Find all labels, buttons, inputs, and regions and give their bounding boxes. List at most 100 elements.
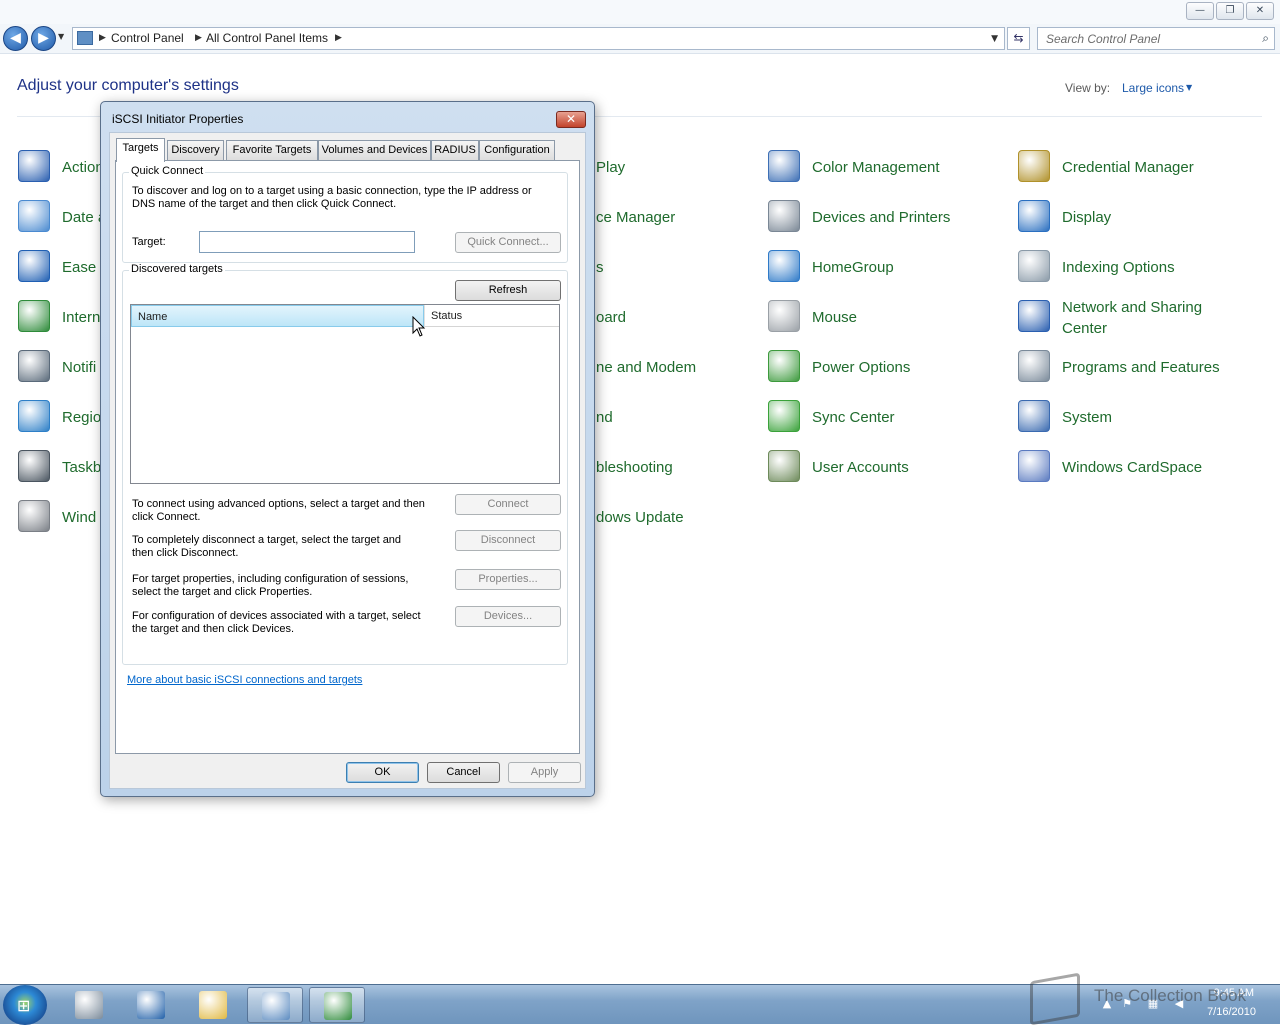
cp-item-credential-manager[interactable]: Credential Manager: [1018, 150, 1258, 190]
breadcrumb-arrow-icon[interactable]: ▶: [335, 33, 342, 43]
disconnect-description: To completely disconnect a target, selec…: [132, 534, 402, 559]
explorer-folder-icon: [199, 991, 227, 1019]
refresh-button[interactable]: Refresh: [455, 280, 561, 301]
action-center-flag-icon: [18, 150, 50, 182]
ok-button[interactable]: OK: [346, 762, 419, 783]
refresh-address-button[interactable]: ⇆: [1007, 27, 1030, 50]
history-dropdown-icon[interactable]: ▼: [58, 32, 64, 41]
apply-button[interactable]: Apply: [508, 762, 581, 783]
color-management-icon: [768, 150, 800, 182]
tab-discovery[interactable]: Discovery: [167, 140, 224, 161]
mouse-icon: [768, 300, 800, 332]
connect-button[interactable]: Connect: [455, 494, 561, 515]
cp-item-label: System: [1062, 409, 1113, 426]
back-button[interactable]: ◀: [3, 26, 28, 51]
close-window-button[interactable]: ✕: [1246, 2, 1274, 20]
cp-item-label: Mouse: [812, 309, 858, 326]
cp-item-label: User Accounts: [812, 459, 909, 476]
target-input[interactable]: [200, 232, 414, 252]
quick-connect-description: To discover and log on to a target using…: [132, 185, 532, 210]
taskbar-button-server-manager[interactable]: [61, 987, 117, 1023]
breadcrumb-control-panel[interactable]: Control Panel: [111, 31, 184, 45]
watermark-book-logo: [1030, 972, 1080, 1025]
homegroup-icon: [768, 250, 800, 282]
targets-list[interactable]: Name Status: [130, 304, 560, 484]
indexing-options-icon: [1018, 250, 1050, 282]
taskbar-button-control-panel[interactable]: [247, 987, 303, 1023]
caption-buttons: — ❐ ✕: [1186, 2, 1274, 20]
cp-item-label: Play: [596, 159, 626, 176]
target-field-box[interactable]: [199, 231, 415, 253]
cp-item-mouse[interactable]: Mouse: [768, 300, 1008, 340]
cp-item-network-and-sharing-center[interactable]: Network and Sharing Center: [1018, 299, 1258, 340]
search-box[interactable]: ⌕: [1037, 27, 1275, 50]
cp-item-homegroup[interactable]: HomeGroup: [768, 250, 1008, 290]
tab-favorite-targets[interactable]: Favorite Targets: [226, 140, 318, 161]
forward-arrow-icon: ▶: [38, 30, 49, 46]
restore-button[interactable]: ❐: [1216, 2, 1244, 20]
cp-item-indexing-options[interactable]: Indexing Options: [1018, 250, 1258, 290]
server-manager-icon: [75, 991, 103, 1019]
breadcrumb-all-items[interactable]: All Control Panel Items: [206, 31, 328, 45]
view-by-dropdown[interactable]: Large icons: [1122, 81, 1184, 95]
cp-item-label: ne and Modem: [596, 359, 697, 376]
refresh-icon: ⇆: [1013, 31, 1024, 45]
disconnect-button[interactable]: Disconnect: [455, 530, 561, 551]
control-panel-icon: [262, 992, 290, 1020]
tab-radius[interactable]: RADIUS: [431, 140, 479, 161]
column-name[interactable]: Name: [131, 305, 424, 327]
cp-item-devices-and-printers[interactable]: Devices and Printers: [768, 200, 1008, 240]
iscsi-globe-icon: [324, 992, 352, 1020]
column-status[interactable]: Status: [424, 305, 559, 327]
breadcrumb-arrow-icon[interactable]: ▶: [195, 33, 202, 43]
control-panel-icon: [77, 31, 93, 45]
cancel-button[interactable]: Cancel: [427, 762, 500, 783]
tab-volumes-devices[interactable]: Volumes and Devices: [318, 140, 431, 161]
cp-item-label: Sync Center: [812, 409, 895, 426]
cp-item-label: Taskb: [62, 459, 102, 476]
taskbar-button-powershell[interactable]: [123, 987, 179, 1023]
cp-item-system[interactable]: System: [1018, 400, 1258, 440]
minimize-button[interactable]: —: [1186, 2, 1214, 20]
quick-connect-button[interactable]: Quick Connect...: [455, 232, 561, 253]
back-arrow-icon: ◀: [10, 30, 21, 46]
cp-item-windows-cardspace[interactable]: Windows CardSpace: [1018, 450, 1258, 490]
notification-area-icon: [18, 350, 50, 382]
properties-button[interactable]: Properties...: [455, 569, 561, 590]
cp-item-label: dows Update: [596, 509, 684, 526]
view-by-caret-icon[interactable]: ▼: [1186, 83, 1192, 92]
cp-item-label: Indexing Options: [1062, 259, 1175, 276]
cp-item-user-accounts[interactable]: User Accounts: [768, 450, 1008, 490]
cp-item-color-management[interactable]: Color Management: [768, 150, 1008, 190]
help-link[interactable]: More about basic iSCSI connections and t…: [127, 674, 362, 686]
quick-connect-label: Quick Connect: [129, 165, 206, 177]
search-input[interactable]: [1044, 29, 1254, 49]
cp-item-display[interactable]: Display: [1018, 200, 1258, 240]
search-icon[interactable]: ⌕: [1262, 31, 1269, 46]
address-box[interactable]: ▶ Control Panel ▶ All Control Panel Item…: [72, 27, 1005, 50]
address-dropdown-icon[interactable]: ▼: [991, 34, 998, 44]
user-accounts-icon: [768, 450, 800, 482]
tab-targets[interactable]: Targets: [116, 138, 165, 162]
address-toolbar: ◀ ▶ ▼ ▶ Control Panel ▶ All Control Pane…: [0, 24, 1280, 54]
cp-item-label: Wind: [62, 509, 97, 526]
start-button[interactable]: ⊞: [3, 985, 47, 1025]
dialog-client: Targets Discovery Favorite Targets Volum…: [109, 132, 586, 789]
display-icon: [1018, 200, 1050, 232]
breadcrumb-arrow-icon[interactable]: ▶: [99, 33, 106, 43]
connect-description: To connect using advanced options, selec…: [132, 498, 425, 523]
forward-button[interactable]: ▶: [31, 26, 56, 51]
devices-button[interactable]: Devices...: [455, 606, 561, 627]
system-icon: [1018, 400, 1050, 432]
tab-configuration[interactable]: Configuration: [479, 140, 555, 161]
cp-item-sync-center[interactable]: Sync Center: [768, 400, 1008, 440]
taskbar-button-iscsi-globe[interactable]: [309, 987, 365, 1023]
cp-item-power-options[interactable]: Power Options: [768, 350, 1008, 390]
window-caption: — ❐ ✕: [0, 0, 1280, 24]
clock-date[interactable]: 7/16/2010: [1196, 1006, 1256, 1018]
taskbar-button-explorer-folder[interactable]: [185, 987, 241, 1023]
dialog-close-button[interactable]: ✕: [556, 111, 586, 128]
ease-of-access-icon: [18, 250, 50, 282]
cp-item-programs-and-features[interactable]: Programs and Features: [1018, 350, 1258, 390]
cp-item-label: ce Manager: [596, 209, 676, 226]
